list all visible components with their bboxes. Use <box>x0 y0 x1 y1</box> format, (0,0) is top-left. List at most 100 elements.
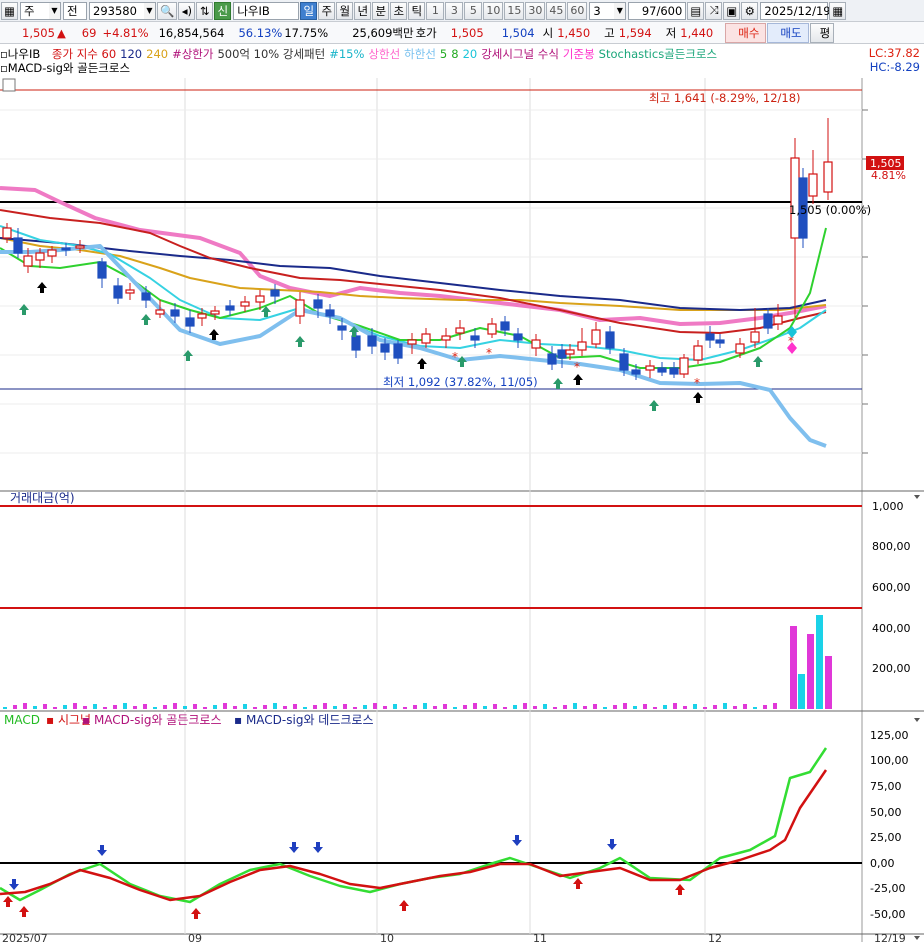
candle-body <box>367 335 377 347</box>
up-arrow-icon <box>693 392 703 403</box>
minute-button[interactable]: 45 <box>546 1 567 20</box>
tab-period-week[interactable]: 주 <box>318 1 336 20</box>
minute-button[interactable]: 60 <box>567 1 588 20</box>
minute-label: 60 <box>570 4 585 17</box>
legend-item: 20 <box>462 47 478 61</box>
market-select[interactable]: 전 <box>63 1 87 20</box>
chevron-down-icon[interactable]: ▼ <box>49 1 61 20</box>
panel-menu-icon[interactable] <box>2 78 16 92</box>
volume-bar <box>213 705 217 709</box>
macd-legend-item: ▪ MACD-sig와 데드크로스 <box>234 713 374 727</box>
minute-button[interactable]: 10 <box>483 1 504 20</box>
search-icon[interactable]: 🔍 <box>157 1 178 20</box>
minute-button[interactable]: 3 <box>445 1 464 20</box>
volume-bar <box>433 706 437 709</box>
type-select[interactable]: 주 <box>20 1 50 20</box>
candle-body <box>605 331 615 349</box>
macd-axis-label: 50,00 <box>870 806 902 819</box>
period-label: 틱 <box>411 3 423 18</box>
compare-icon[interactable]: ⤨ <box>705 1 723 20</box>
indicator-icon[interactable]: ▤ <box>687 1 705 20</box>
date-input[interactable]: 2025/12/19 <box>760 1 831 20</box>
minute-label: 15 <box>507 4 522 17</box>
chevron-down-icon[interactable]: ▼ <box>614 1 627 20</box>
candle-body <box>557 349 567 359</box>
minute-button[interactable]: 1 <box>426 1 445 20</box>
up-arrow-icon <box>649 400 659 411</box>
minute-label: 5 <box>469 4 477 17</box>
ask-price: 1,505 <box>450 25 484 40</box>
ratio-2: 17.75% <box>284 25 329 40</box>
tab-period-day[interactable]: 일 <box>300 1 318 20</box>
x-axis-label: 2025/07 <box>2 932 48 942</box>
sell-button[interactable]: 매도 <box>767 22 809 43</box>
tab-period-second[interactable]: 초 <box>390 1 408 20</box>
candle-body <box>790 157 800 239</box>
volume-bar <box>413 705 417 709</box>
count-input[interactable]: 3 <box>589 1 616 20</box>
up-arrow-icon <box>573 878 583 889</box>
paging-value: 97/600 <box>641 3 683 18</box>
chart-area[interactable]: * **** 최고 1,641 (-8.29%, 12/18) 최저 1,092 … <box>0 78 924 942</box>
panel-collapse-icon <box>914 718 920 722</box>
volume-bar <box>403 707 407 709</box>
volume-bar <box>93 704 97 709</box>
volume-bar <box>263 705 267 709</box>
volume-bar <box>113 705 117 709</box>
volume-bar <box>173 703 177 709</box>
tab-period-month[interactable]: 월 <box>336 1 354 20</box>
x-axis-label: 12/19 <box>874 932 906 942</box>
tab-period-minute[interactable]: 분 <box>372 1 390 20</box>
legend-item: 500억 10% 강세패턴 <box>217 47 326 61</box>
tab-period-tick[interactable]: 틱 <box>408 1 426 20</box>
up-arrow-icon <box>295 336 305 347</box>
volume-bar <box>383 706 387 709</box>
candle-body <box>531 339 541 349</box>
candle-body <box>808 173 818 197</box>
low-note: 최저 1,092 (37.82%, 11/05) <box>383 375 538 389</box>
volume-bar <box>103 707 107 709</box>
period-label: 주 <box>321 3 333 18</box>
buy-button[interactable]: 매수 <box>725 22 767 43</box>
buy-label: 매수 <box>738 25 760 40</box>
volume-bar <box>273 703 277 709</box>
legend-item: 하한선 <box>404 47 436 61</box>
gear-icon[interactable]: ⚙ <box>741 1 759 20</box>
candle-body <box>210 310 220 315</box>
date-value: 2025/12/19 <box>764 3 831 18</box>
candle-body <box>141 292 151 301</box>
prev-next-icon[interactable]: ⇅ <box>196 1 214 20</box>
code-input[interactable]: 293580 <box>89 1 145 20</box>
volume-bar <box>483 706 487 709</box>
high-price: 1,594 <box>618 25 652 40</box>
chevron-down-icon[interactable]: ▼ <box>144 1 156 20</box>
volume-bar <box>373 703 377 709</box>
candle-body <box>669 367 679 375</box>
period-label: 일 <box>303 3 315 18</box>
candle-body <box>313 299 323 309</box>
candle-body <box>75 245 85 249</box>
chart-type-icon[interactable]: ▦ <box>1 1 18 20</box>
open-label: 시 <box>542 25 554 40</box>
minute-button[interactable]: 5 <box>464 1 483 20</box>
paging-field[interactable]: 97/600 <box>628 1 687 20</box>
minute-button[interactable]: 30 <box>525 1 546 20</box>
macd-legend-item: MACD <box>4 713 40 727</box>
minute-label: 3 <box>450 4 458 17</box>
candle-body <box>393 343 403 359</box>
legend-stock-name: 나우IB <box>7 47 41 61</box>
eval-button[interactable]: 평 <box>809 22 835 43</box>
minute-button[interactable]: 15 <box>504 1 525 20</box>
candle-body <box>619 353 629 371</box>
legend-item: 종가 지수 60 <box>51 47 117 61</box>
up-arrow-icon <box>3 896 13 907</box>
candle-body <box>657 367 667 373</box>
tab-period-year[interactable]: 년 <box>354 1 372 20</box>
name-field[interactable]: 나우IB <box>233 1 300 20</box>
speaker-icon[interactable]: ◂) <box>178 1 196 20</box>
current-price: 1,505 <box>22 25 55 40</box>
save-icon[interactable]: ▣ <box>723 1 741 20</box>
calendar-icon[interactable]: ▦ <box>829 1 847 20</box>
volume-bar <box>713 705 717 709</box>
period-label: 분 <box>375 3 387 18</box>
